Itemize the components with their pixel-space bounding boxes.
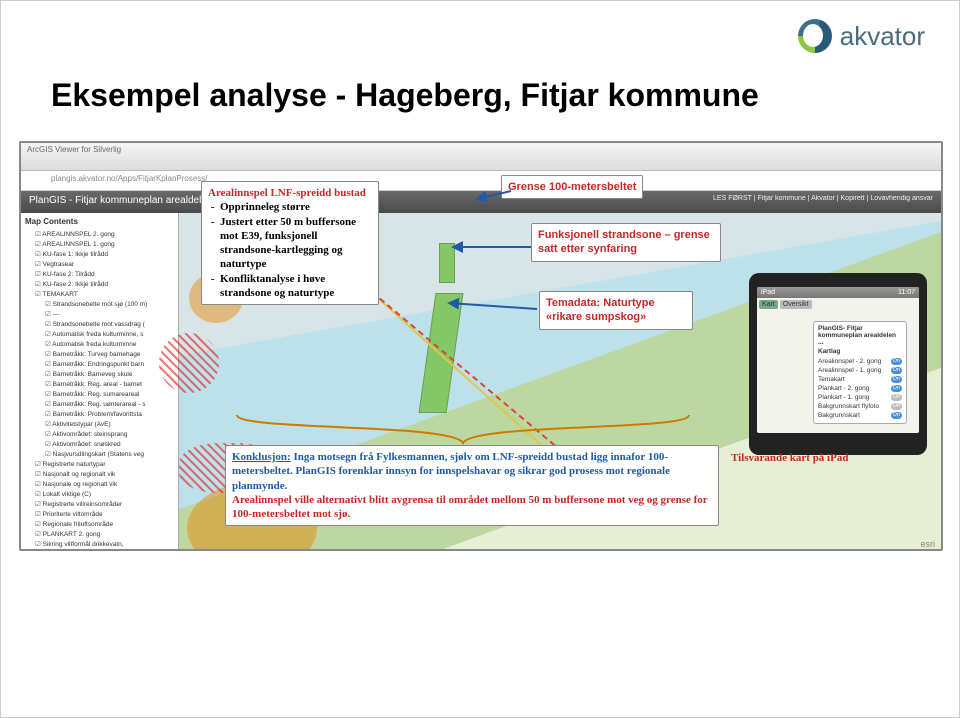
konklusjon-text-1: Inga motsegn frå Fylkesmannen, sjølv om … [232, 451, 670, 492]
layer-item[interactable]: Strandsonebelte mot sjø (100 m) [25, 299, 174, 309]
callout-ipad-note: Tilsvarande kart på iPad [725, 447, 905, 469]
ipad-screen[interactable]: iPad 11:07 Kart Oversikt PlanGIS- Fitjar… [757, 287, 919, 433]
ipad-layer-toggle[interactable]: On [891, 367, 902, 374]
ipad-layers-panel[interactable]: PlanGIS- Fitjar kommuneplan arealdelen .… [813, 321, 907, 424]
ipad-panel-section: Kartlag [818, 348, 902, 355]
layer-item[interactable]: KU-fase 1: Ikkje tilrådd [25, 249, 174, 259]
brand-logo: akvator [798, 19, 925, 53]
layer-item[interactable]: Lokalt viktige (C) [25, 489, 174, 499]
layer-item[interactable]: Automatisk freda kulturminne, s [25, 329, 174, 339]
layer-item[interactable]: --- [25, 309, 174, 319]
layer-item[interactable]: Barnetråkk: Reg. areal - barnet [25, 379, 174, 389]
callout-konklusjon: Konklusjon: Inga motsegn frå Fylkesmanne… [225, 445, 719, 526]
ipad-layer-name: Plankart - 1. gong [818, 394, 869, 401]
ipad-layer-row[interactable]: Bakgrunnskart On [818, 411, 902, 420]
ipad-top-tabs: Kart Oversikt [757, 298, 919, 311]
browser-url: plangis.akvator.no/Apps/FitjarKplanProse… [51, 174, 208, 183]
layer-item[interactable]: Barnetråkk: Turveg barnehage [25, 349, 174, 359]
callout-funksjonell: Funksjonell strandsone – grense satt ett… [531, 223, 721, 262]
ipad-layer-toggle[interactable]: On [891, 376, 902, 383]
layer-item[interactable]: Vegtrasear [25, 259, 174, 269]
ipad-layer-toggle[interactable]: On [891, 358, 902, 365]
ipad-layer-row[interactable]: Temakart On [818, 375, 902, 384]
callout-bullet: Konfliktanalyse i høve strandsone og nat… [220, 272, 372, 301]
layer-item[interactable]: AREALINNSPEL 1. gong [25, 239, 174, 249]
layer-item[interactable]: Barnetråkk: Barneveg skule [25, 369, 174, 379]
ipad-status-time: 11:07 [898, 289, 915, 296]
layer-panel-header: Map Contents [25, 217, 174, 226]
app-header-links[interactable]: LES FØRST | Fitjar kommune | Akvator | K… [713, 195, 933, 209]
layer-item[interactable]: PLANKART 2. gong [25, 529, 174, 539]
ipad-layer-row[interactable]: Bakgrunnskart flyfoto Off [818, 402, 902, 411]
ipad-layer-toggle[interactable]: Off [891, 394, 902, 401]
ipad-mockup: iPad 11:07 Kart Oversikt PlanGIS- Fitjar… [749, 273, 927, 455]
layer-panel[interactable]: Map Contents AREALINNSPEL 2. gongAREALIN… [21, 213, 179, 551]
layer-item[interactable]: Automatisk freda kulturminne [25, 339, 174, 349]
brace-icon [233, 413, 691, 449]
ipad-layer-name: Temakart [818, 376, 845, 383]
ipad-layer-row[interactable]: Plankart - 2. gong On [818, 384, 902, 393]
ipad-layer-toggle[interactable]: On [891, 412, 902, 419]
ipad-layer-name: Arealinnspel - 1. gong [818, 367, 881, 374]
ipad-layer-row[interactable]: Arealinnspel - 1. gong On [818, 366, 902, 375]
callout-header: Arealinnspel LNF-spreidd bustad [208, 186, 372, 200]
layer-item[interactable]: Aktivområdet: snøskred [25, 439, 174, 449]
ipad-layer-toggle[interactable]: Off [891, 403, 902, 410]
callout-text: Temadata: Naturtype «rikare sumpskog» [546, 297, 655, 323]
ipad-layer-row[interactable]: Plankart - 1. gong Off [818, 393, 902, 402]
layer-item[interactable]: Barnetråkk: Reg. sumareareal [25, 389, 174, 399]
callout-text: Funksjonell strandsone – grense satt ett… [538, 229, 710, 255]
callout-bullet: Opprinneleg større [220, 200, 372, 214]
layer-item[interactable]: Barnetråkk: Endringspunkt barn [25, 359, 174, 369]
ipad-tab[interactable]: Kart [759, 300, 778, 309]
ipad-layer-name: Bakgrunnskart [818, 412, 860, 419]
callout-text: Tilsvarande kart på iPad [731, 452, 848, 464]
callout-grense: Grense 100-metersbeltet [501, 175, 643, 199]
callout-temadata: Temadata: Naturtype «rikare sumpskog» [539, 291, 693, 330]
layer-item[interactable]: Aktivområdet: steinsprang [25, 429, 174, 439]
ipad-layer-name: Plankart - 2. gong [818, 385, 869, 392]
ipad-layer-name: Bakgrunnskart flyfoto [818, 403, 879, 410]
callout-arealinnspel: Arealinnspel LNF-spreidd bustad Opprinne… [201, 181, 379, 305]
konklusjon-text-2: Arealinnspel ville alternativt blitt avg… [232, 494, 707, 520]
layer-item[interactable]: Nasjvursdlingskart (Statens veg [25, 449, 174, 459]
layer-item[interactable]: KU-fase 2: Ikkje tilrådd [25, 279, 174, 289]
ipad-layer-name: Arealinnspel - 2. gong [818, 358, 881, 365]
layer-item[interactable]: Registrerte villreinsområder [25, 499, 174, 509]
layer-item[interactable]: Sikring viltformål drikkevatn, [25, 539, 174, 549]
layer-item[interactable]: Registrerte naturtypar [25, 459, 174, 469]
ipad-status-bar: iPad 11:07 [757, 287, 919, 298]
layer-item[interactable]: Nasjonale og regionalt vik [25, 479, 174, 489]
layer-item[interactable]: Nasjonalt og regionalt vik [25, 469, 174, 479]
layer-item[interactable]: Barnetråkk: Reg. uønterareal - s [25, 399, 174, 409]
layer-item[interactable]: KU-fase 2: Tilrådd [25, 269, 174, 279]
layer-item[interactable]: AREALINNSPEL 2. gong [25, 229, 174, 239]
ipad-layer-row[interactable]: Arealinnspel - 2. gong On [818, 357, 902, 366]
konklusjon-label: Konklusjon: [232, 451, 291, 463]
callout-bullet: Justert etter 50 m buffersone mot E39, f… [220, 215, 372, 272]
callout-text: Grense 100-metersbeltet [508, 181, 636, 193]
ipad-status-left: iPad [761, 289, 775, 296]
layer-item[interactable]: Strandsonebelte mot vassdrag ( [25, 319, 174, 329]
logo-mark-icon [798, 19, 832, 53]
browser-tab-title[interactable]: ArcGIS Viewer for Silverlig [27, 145, 121, 154]
layer-item[interactable]: Ras- og skredfare. Faresone: H [25, 549, 174, 551]
layer-item[interactable]: TEMAKART [25, 289, 174, 299]
ipad-tab[interactable]: Oversikt [780, 300, 812, 309]
logo-text: akvator [840, 21, 925, 52]
map-green-strip [439, 243, 455, 283]
map-hatched-zone [159, 333, 219, 393]
layer-item[interactable]: Prioriterte viltområde [25, 509, 174, 519]
browser-tabstrip: ArcGIS Viewer for Silverlig [21, 143, 941, 171]
browser-address-bar[interactable]: plangis.akvator.no/Apps/FitjarKplanProse… [21, 171, 941, 191]
slide-title: Eksempel analyse - Hageberg, Fitjar komm… [51, 77, 759, 114]
esri-attribution: esri [920, 539, 935, 549]
app-title-bar: PlanGIS - Fitjar kommuneplan arealdelen … [21, 191, 941, 213]
layer-item[interactable]: Aktivitetstypar (AvE) [25, 419, 174, 429]
slide: akvator Eksempel analyse - Hageberg, Fit… [0, 0, 960, 718]
ipad-layer-toggle[interactable]: On [891, 385, 902, 392]
ipad-panel-title: PlanGIS- Fitjar kommuneplan arealdelen .… [818, 325, 902, 346]
layer-item[interactable]: Regionale friluftsområde [25, 519, 174, 529]
layer-item[interactable]: Barnetråkk: Problem/favorittsta [25, 409, 174, 419]
